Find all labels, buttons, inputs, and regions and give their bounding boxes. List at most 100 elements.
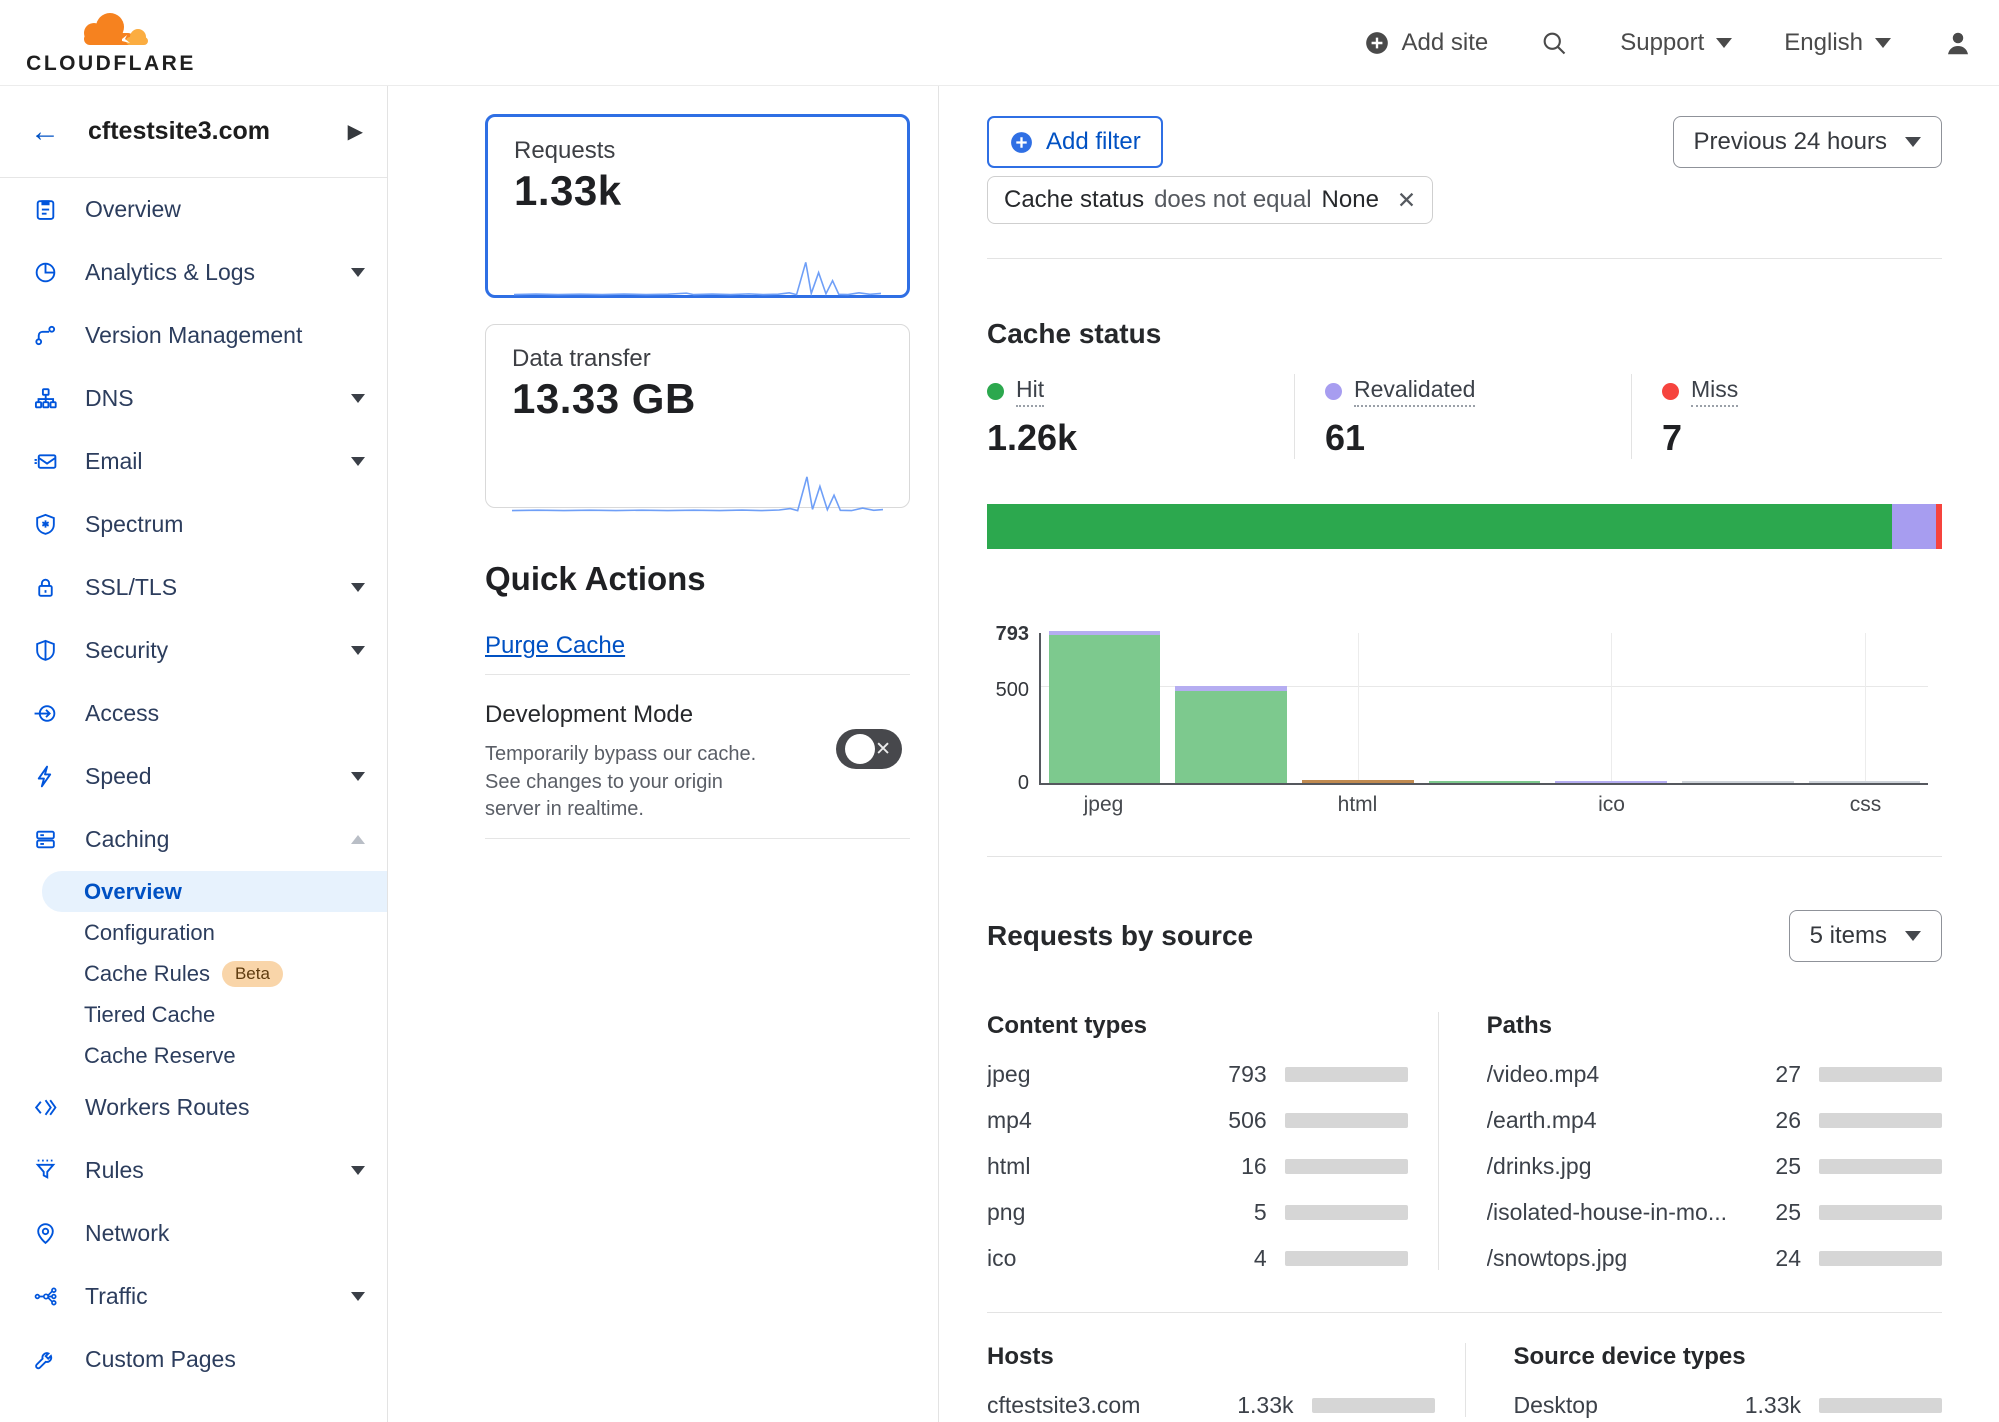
- development-mode-description: Temporarily bypass our cache. See change…: [485, 741, 775, 824]
- toggle-off-x-icon: ✕: [875, 738, 891, 761]
- requests-metric-card[interactable]: Requests 1.33k: [485, 114, 910, 298]
- chevron-down-icon: [1905, 931, 1921, 941]
- hit-dot-icon: [987, 383, 1004, 400]
- plus-circle-icon: [1364, 30, 1390, 56]
- sidebar-subitem-cache-rules[interactable]: Cache Rules Beta: [0, 953, 387, 994]
- sidebar-item-network[interactable]: Network: [0, 1202, 387, 1265]
- sidebar-item-workers-routes[interactable]: Workers Routes: [0, 1076, 387, 1139]
- cache-status-stacked-bar: [987, 504, 1942, 549]
- top-header: CLOUDFLARE Add site Support English: [0, 0, 1999, 85]
- language-menu[interactable]: English: [1784, 29, 1891, 57]
- cloudflare-logo[interactable]: CLOUDFLARE: [26, 9, 196, 76]
- chart-segment-purple: [1555, 781, 1667, 783]
- sidebar-item-overview[interactable]: Overview: [0, 178, 387, 241]
- time-range-select[interactable]: Previous 24 hours: [1673, 116, 1942, 168]
- chart-bar-stack: [1302, 780, 1414, 783]
- chart-segment-green: [1049, 635, 1161, 783]
- wrench-icon: [33, 1347, 58, 1372]
- divider: [987, 258, 1942, 259]
- funnel-icon: [33, 1158, 58, 1183]
- cache-status-legend: Hit 1.26k Revalidated 61 Miss 7: [987, 374, 1942, 459]
- divider: [485, 674, 910, 675]
- add-filter-button[interactable]: Add filter: [987, 116, 1163, 168]
- chart-bar-stack: [1429, 781, 1541, 783]
- bar-track: [1285, 1113, 1408, 1128]
- requests-label: Requests: [514, 137, 881, 165]
- table-row: /earth.mp4 26: [1487, 1108, 1942, 1132]
- bar-track: [1285, 1067, 1408, 1082]
- sidebar-item-speed[interactable]: Speed: [0, 745, 387, 808]
- sidebar-item-analytics-logs[interactable]: Analytics & Logs: [0, 241, 387, 304]
- cache-bar-chart-bars: [1041, 633, 1928, 783]
- sidebar-subitem-configuration[interactable]: Configuration: [0, 912, 387, 953]
- email-icon: [33, 449, 58, 474]
- sidebar-item-access[interactable]: Access: [0, 682, 387, 745]
- legend-hit: Hit 1.26k: [987, 374, 1294, 459]
- table-row: png 5: [987, 1200, 1408, 1224]
- spectrum-shield-icon: [33, 512, 58, 537]
- purge-cache-link[interactable]: Purge Cache: [485, 632, 625, 660]
- chevron-down-icon: [1716, 38, 1732, 48]
- sidebar-subitem-cache-reserve[interactable]: Cache Reserve: [0, 1035, 387, 1076]
- traffic-share-icon: [33, 1284, 58, 1309]
- bar-track: [1312, 1398, 1435, 1413]
- table-row: /snowtops.jpg 24: [1487, 1246, 1942, 1270]
- chart-bar-stack: [1049, 631, 1161, 783]
- sidebar-item-spectrum[interactable]: Spectrum: [0, 493, 387, 556]
- divider: [987, 1312, 1942, 1313]
- development-mode-section: Development Mode Temporarily bypass our …: [485, 701, 910, 824]
- sidebar-item-version-management[interactable]: Version Management: [0, 304, 387, 367]
- sidebar-item-custom-pages[interactable]: Custom Pages: [0, 1328, 387, 1391]
- chevron-down-icon: [351, 646, 365, 655]
- hit-value: 1.26k: [987, 417, 1294, 459]
- source-device-types-table: Source device types Desktop 1.33k: [1465, 1343, 1943, 1417]
- data-transfer-metric-card[interactable]: Data transfer 13.33 GB: [485, 324, 910, 508]
- chart-bar-css: [1801, 633, 1928, 783]
- sidebar: ← cftestsite3.com ▶ Overview Analytics &…: [0, 86, 388, 1422]
- development-mode-title: Development Mode: [485, 701, 910, 729]
- sidebar-subitem-tiered-cache[interactable]: Tiered Cache: [0, 994, 387, 1035]
- miss-value: 7: [1662, 417, 1942, 459]
- chart-bar-mp4: [1168, 633, 1295, 783]
- sidebar-item-security[interactable]: Security: [0, 619, 387, 682]
- chart-bar-html: [1294, 633, 1421, 783]
- chart-bar-stack: [1555, 781, 1667, 783]
- x-axis-label: ico: [1547, 793, 1674, 817]
- table-row: cftestsite3.com 1.33k: [987, 1393, 1435, 1417]
- support-menu[interactable]: Support: [1620, 29, 1732, 57]
- x-axis-label: [1166, 793, 1293, 817]
- back-arrow-icon[interactable]: ←: [30, 117, 60, 147]
- sidebar-item-traffic[interactable]: Traffic: [0, 1265, 387, 1328]
- chevron-down-icon: [351, 457, 365, 466]
- items-count-select[interactable]: 5 items: [1789, 910, 1942, 962]
- chart-segment-gray: [1682, 781, 1794, 783]
- table-row: Desktop 1.33k: [1514, 1393, 1943, 1417]
- chart-bar-stack: [1682, 781, 1794, 783]
- development-mode-toggle[interactable]: ✕: [836, 729, 902, 769]
- sidebar-item-ssl-tls[interactable]: SSL/TLS: [0, 556, 387, 619]
- add-site-label: Add site: [1402, 29, 1489, 57]
- table-row: /isolated-house-in-mo... 25: [1487, 1200, 1942, 1224]
- divider: [987, 856, 1942, 857]
- chevron-down-icon: [1875, 38, 1891, 48]
- sidebar-item-caching[interactable]: Caching: [0, 808, 387, 871]
- sidebar-subitem-caching-overview[interactable]: Overview: [42, 871, 387, 912]
- dns-tree-icon: [33, 386, 58, 411]
- table-row: jpeg 793: [987, 1062, 1408, 1086]
- x-axis-label: [1420, 793, 1547, 817]
- search-icon[interactable]: [1540, 29, 1568, 57]
- table-row: /drinks.jpg 25: [1487, 1154, 1942, 1178]
- location-pin-icon: [33, 1221, 58, 1246]
- user-avatar-icon[interactable]: [1943, 28, 1973, 58]
- chevron-down-icon: [351, 394, 365, 403]
- sidebar-item-email[interactable]: Email: [0, 430, 387, 493]
- data-transfer-label: Data transfer: [512, 345, 883, 373]
- close-icon[interactable]: ✕: [1397, 187, 1416, 214]
- plus-circle-icon: [1009, 130, 1034, 155]
- add-site-button[interactable]: Add site: [1364, 29, 1489, 57]
- git-branch-icon: [33, 323, 58, 348]
- sidebar-item-rules[interactable]: Rules: [0, 1139, 387, 1202]
- sidebar-item-dns[interactable]: DNS: [0, 367, 387, 430]
- chevron-right-icon[interactable]: ▶: [348, 119, 363, 144]
- table-row: mp4 506: [987, 1108, 1408, 1132]
